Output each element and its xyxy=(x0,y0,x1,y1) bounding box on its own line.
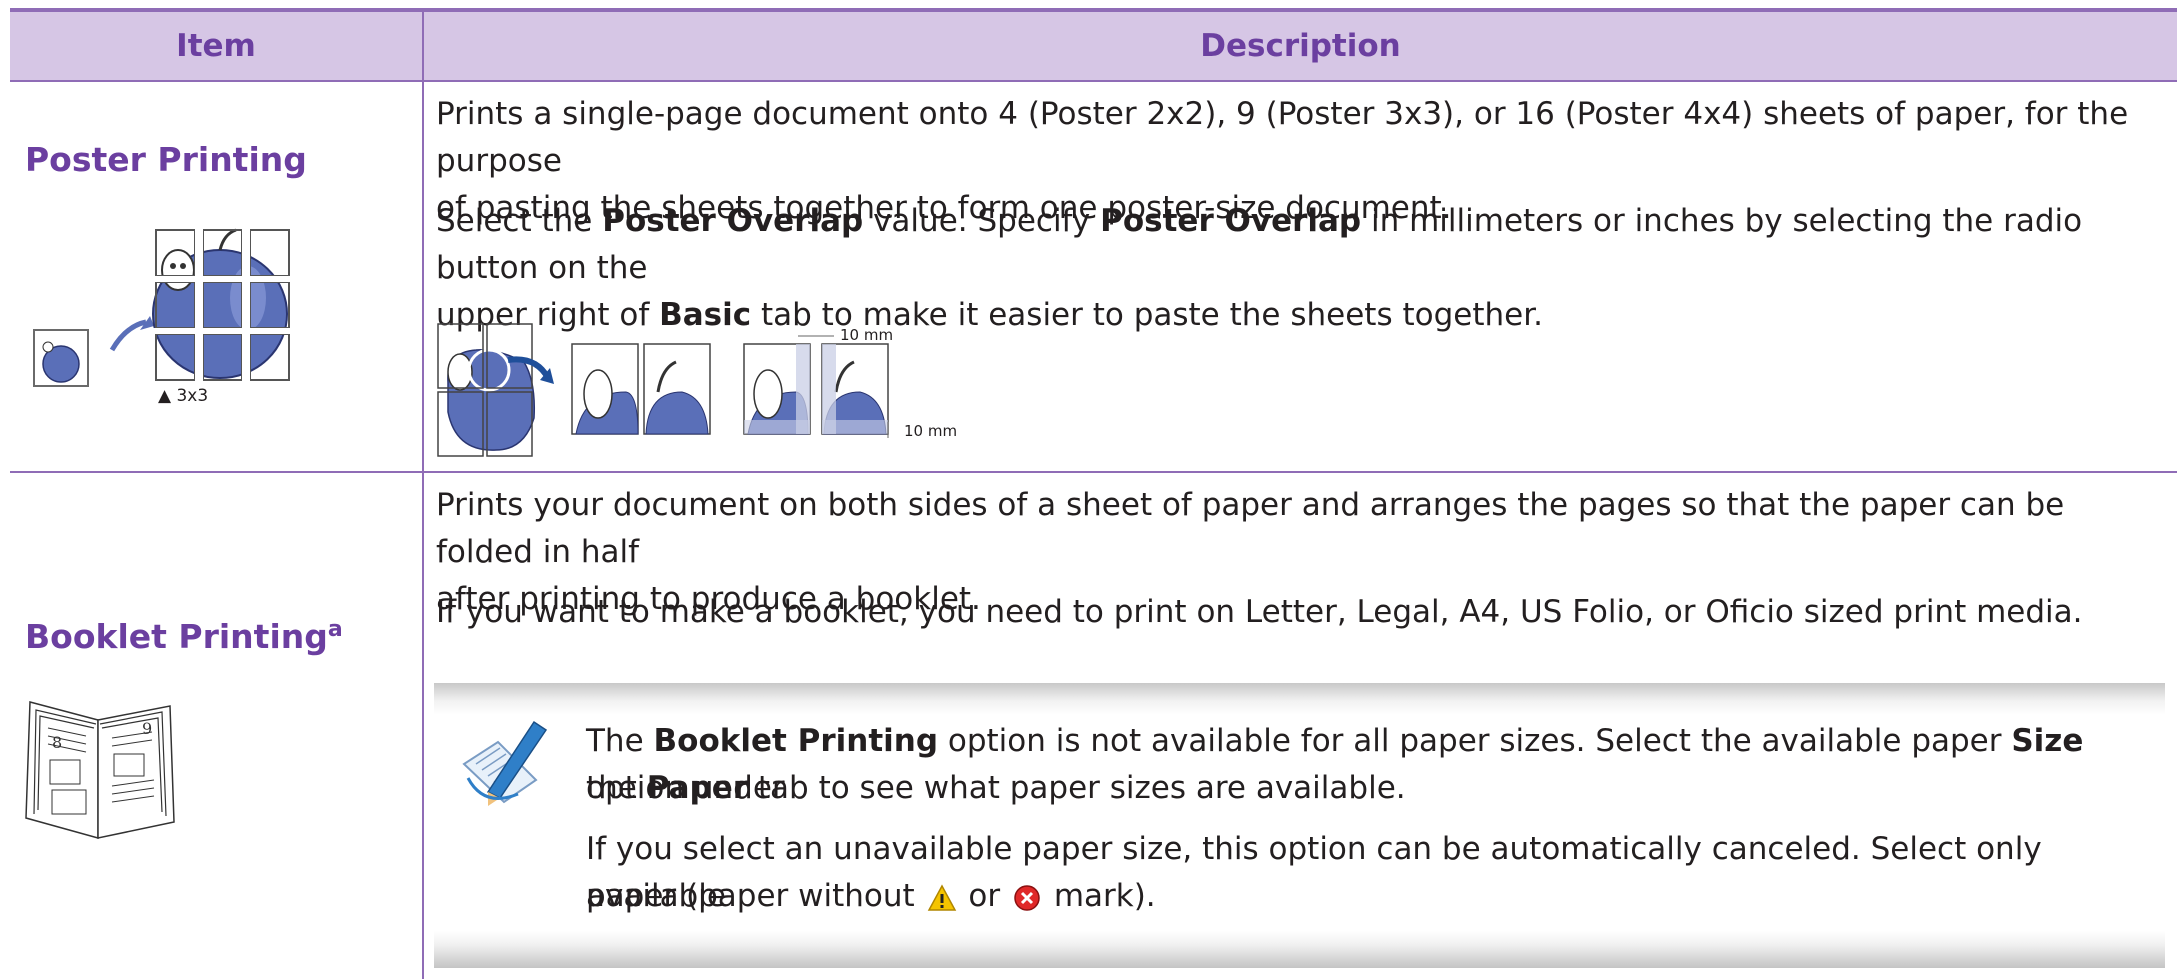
note-text: tab to see what paper sizes are availabl… xyxy=(748,770,1406,806)
row-divider xyxy=(10,471,2177,473)
note-text: paper (paper without xyxy=(586,878,925,914)
poster-p2-text: Select the xyxy=(436,203,603,239)
poster-overlap-term: Poster Overlap xyxy=(1100,203,1362,239)
poster-grid-caption: ▲ 3x3 xyxy=(158,386,209,406)
header-divider xyxy=(10,80,2177,82)
note-text: or xyxy=(958,878,1010,914)
booklet-printing-term: Booklet Printing xyxy=(653,723,939,759)
note-line-2: the Paper tab to see what paper sizes ar… xyxy=(586,765,2156,812)
error-icon xyxy=(1014,884,1040,911)
poster-printing-title: Poster Printing xyxy=(25,140,307,179)
note-line-4: paper (paper without or mark). xyxy=(586,873,2156,920)
overlap-right-label: 10 mm xyxy=(904,422,958,440)
footnote-marker: a xyxy=(327,617,343,642)
note-text: the xyxy=(586,770,647,806)
header-item: Item xyxy=(176,28,256,64)
header-description: Description xyxy=(1200,28,1401,64)
booklet-page-left-number: 8 xyxy=(52,733,62,752)
column-divider xyxy=(422,12,424,979)
booklet-paragraph-2: If you want to make a booklet, you need … xyxy=(436,594,2083,630)
booklet-page-right-number: 9 xyxy=(142,719,152,738)
paper-tab-term: Paper xyxy=(646,770,749,806)
poster-3x3-illustration xyxy=(33,226,298,391)
poster-overlap-term: Poster Overlap xyxy=(602,203,864,239)
note-text: mark). xyxy=(1043,878,1156,914)
note-pencil-icon xyxy=(462,720,548,806)
note-text: The xyxy=(586,723,654,759)
note-text: option is not available for all paper si… xyxy=(938,723,2012,759)
warning-icon xyxy=(927,883,956,911)
booklet-printing-title: Booklet Printinga xyxy=(25,617,343,656)
open-book-icon: 8 9 xyxy=(25,701,175,839)
booklet-title-text: Booklet Printing xyxy=(25,617,328,656)
overlap-top-label: 10 mm xyxy=(840,326,894,344)
booklet-p1-line1: Prints your document on both sides of a … xyxy=(436,487,2065,570)
poster-paragraph-2: Select the Poster Overlap value. Specify… xyxy=(436,198,2166,339)
poster-p2-text: value. Specify xyxy=(863,203,1101,239)
poster-p1-line1: Prints a single-page document onto 4 (Po… xyxy=(436,96,2129,179)
size-term: Size xyxy=(2011,723,2084,759)
